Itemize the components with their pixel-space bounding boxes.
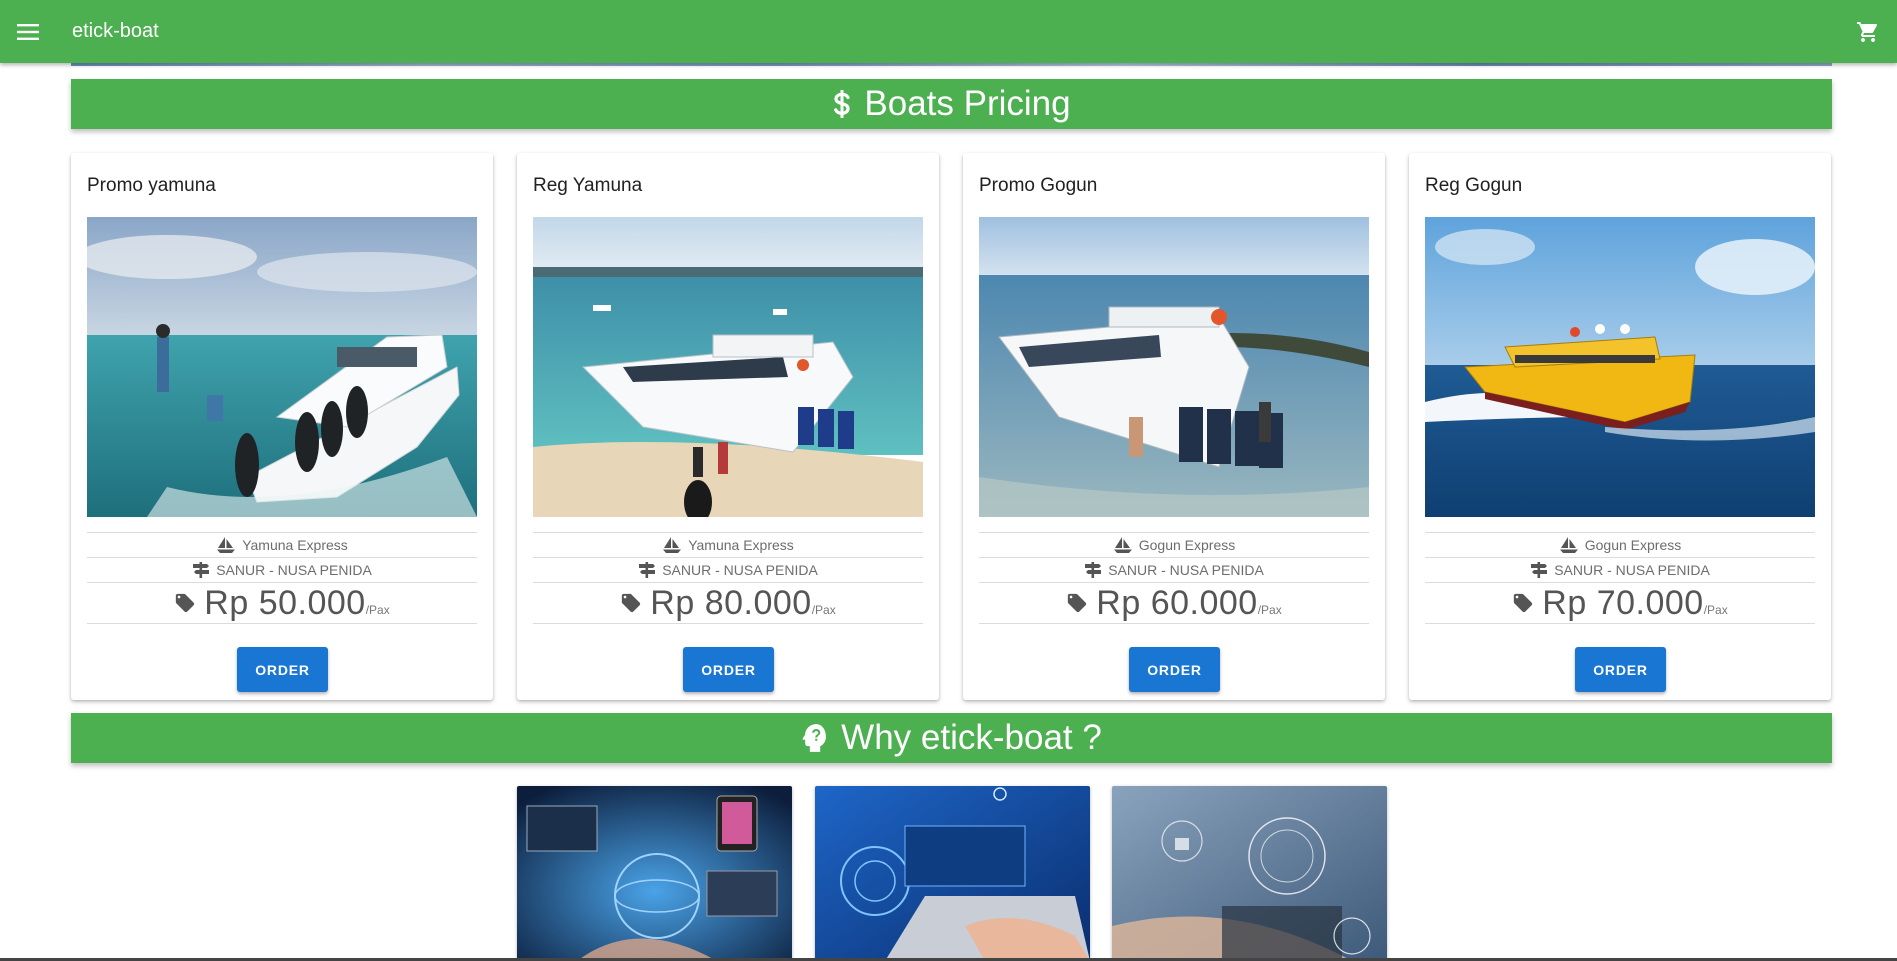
signpost-icon	[193, 562, 210, 578]
signpost-icon	[639, 562, 656, 578]
feature-image-security	[1112, 786, 1387, 961]
price-row: Rp 70.000 /Pax	[1425, 582, 1815, 624]
feature-image-devices	[517, 786, 792, 961]
order-button[interactable]: ORDER	[683, 647, 774, 692]
card-title: Promo yamuna	[87, 175, 216, 196]
boat-card: Promo Gogun Gogun Express SANUR - NUSA P…	[963, 153, 1385, 700]
price-value: Rp 80.000	[650, 583, 812, 622]
boat-card: Reg Gogun Gogun Express SANUR - NUSA PEN…	[1409, 153, 1831, 700]
boat-name: Gogun Express	[1138, 537, 1236, 553]
boat-name: Gogun Express	[1584, 537, 1682, 553]
price-unit: /Pax	[811, 603, 836, 617]
head-question-icon	[802, 724, 827, 752]
app-bar: etick-boat	[0, 0, 1897, 63]
order-button[interactable]: ORDER	[1129, 647, 1220, 692]
cart-icon	[1857, 22, 1878, 42]
price-value: Rp 60.000	[1096, 583, 1258, 622]
signpost-icon	[1085, 562, 1102, 578]
price-tag-icon	[622, 593, 641, 613]
boat-image	[1425, 217, 1815, 517]
price-value: Rp 70.000	[1542, 583, 1704, 622]
card-title: Reg Gogun	[1425, 175, 1523, 196]
route-row: SANUR - NUSA PENIDA	[1425, 557, 1815, 582]
boat-card: Promo yamuna Yamuna Express SANUR - NUSA…	[71, 153, 493, 700]
boat-card: Reg Yamuna Yamuna Express SANUR - NUSA P…	[517, 153, 939, 700]
menu-icon	[17, 23, 39, 40]
boat-name: Yamuna Express	[688, 537, 794, 553]
route-row: SANUR - NUSA PENIDA	[533, 557, 923, 582]
price-tag-icon	[1068, 593, 1087, 613]
order-button[interactable]: ORDER	[1575, 647, 1666, 692]
boat-image	[533, 217, 923, 517]
boat-image	[979, 217, 1369, 517]
price-row: Rp 60.000 /Pax	[979, 582, 1369, 624]
pricing-title: Boats Pricing	[864, 84, 1071, 123]
boat-name-row: Yamuna Express	[87, 532, 477, 557]
cart-button[interactable]	[1853, 17, 1883, 47]
boat-image	[87, 217, 477, 517]
menu-button[interactable]	[0, 0, 56, 63]
feature-image-laptop	[815, 786, 1090, 961]
sailboat-icon	[1113, 537, 1132, 553]
why-header: Why etick-boat ?	[71, 713, 1832, 763]
price-tag-icon	[176, 593, 195, 613]
price-value: Rp 50.000	[204, 583, 366, 622]
route-text: SANUR - NUSA PENIDA	[216, 562, 372, 578]
card-title: Reg Yamuna	[533, 175, 643, 196]
route-text: SANUR - NUSA PENIDA	[662, 562, 818, 578]
dollar-icon	[834, 90, 850, 118]
boat-name-row: Gogun Express	[979, 532, 1369, 557]
order-button[interactable]: ORDER	[237, 647, 328, 692]
route-text: SANUR - NUSA PENIDA	[1554, 562, 1710, 578]
price-unit: /Pax	[365, 603, 390, 617]
boat-name: Yamuna Express	[242, 537, 348, 553]
app-title: etick-boat	[72, 20, 159, 42]
sailboat-icon	[663, 537, 682, 553]
pricing-header: Boats Pricing	[71, 79, 1832, 129]
boat-name-row: Yamuna Express	[533, 532, 923, 557]
boat-name-row: Gogun Express	[1425, 532, 1815, 557]
price-row: Rp 80.000 /Pax	[533, 582, 923, 624]
route-row: SANUR - NUSA PENIDA	[979, 557, 1369, 582]
route-row: SANUR - NUSA PENIDA	[87, 557, 477, 582]
route-text: SANUR - NUSA PENIDA	[1108, 562, 1264, 578]
why-title: Why etick-boat ?	[841, 718, 1102, 757]
price-tag-icon	[1514, 593, 1533, 613]
sailboat-icon	[1559, 537, 1578, 553]
price-unit: /Pax	[1257, 603, 1282, 617]
signpost-icon	[1531, 562, 1548, 578]
card-title: Promo Gogun	[979, 175, 1098, 196]
sailboat-icon	[217, 537, 236, 553]
price-row: Rp 50.000 /Pax	[87, 582, 477, 624]
price-unit: /Pax	[1703, 603, 1728, 617]
